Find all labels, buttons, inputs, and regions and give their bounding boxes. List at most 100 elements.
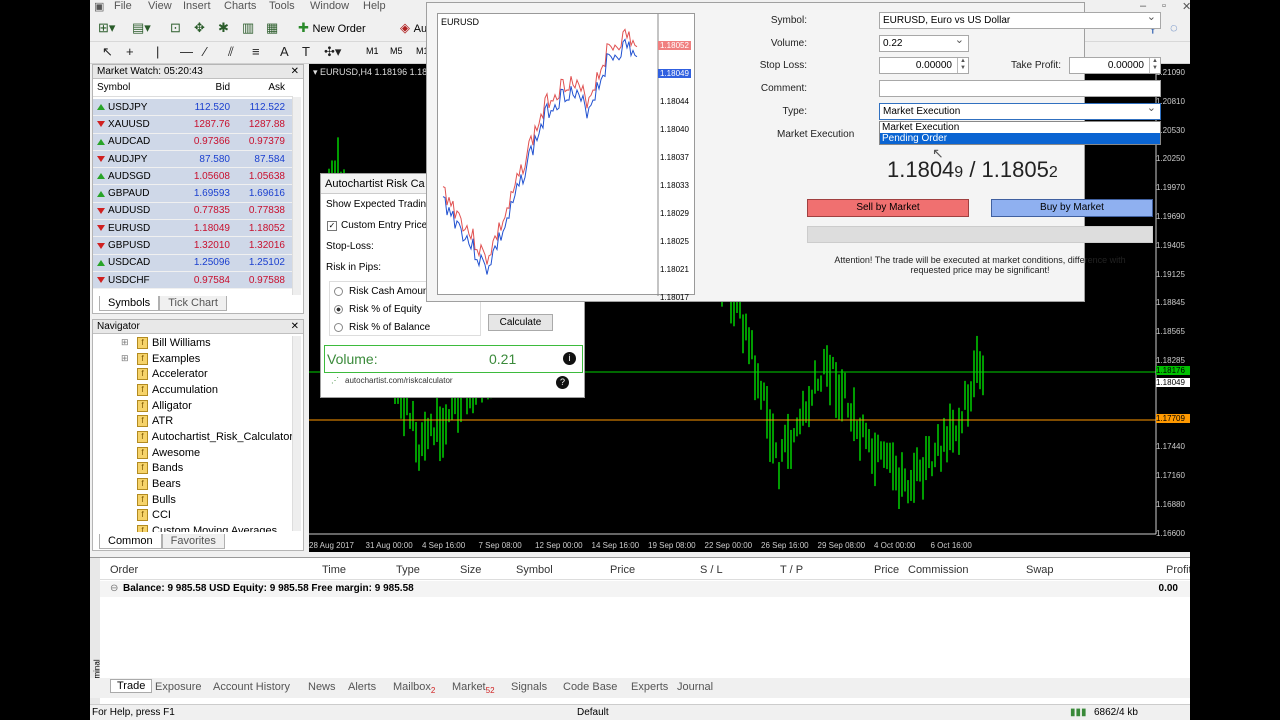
market-watch-row[interactable]: GBPUSD 1.32010 1.32016 (93, 237, 293, 255)
trendline-icon[interactable]: ⁄ (204, 44, 206, 59)
market-watch-row[interactable]: AUDCAD 0.97366 0.97379 (93, 133, 293, 151)
app-icon[interactable]: ▣ (94, 0, 104, 13)
expand-icon[interactable]: ⊞ (121, 353, 129, 364)
option-risk-balance[interactable]: Risk % of Balance (334, 322, 430, 333)
expand-icon[interactable]: ⊞ (121, 337, 129, 348)
new-chart-icon[interactable]: ⊞▾ (98, 20, 115, 36)
navigator-item[interactable]: ⊞ f Bill Williams (93, 335, 293, 351)
market-watch-row[interactable]: XAUUSD 1287.76 1287.88 (93, 116, 293, 134)
terminal-tab[interactable]: Journal (677, 681, 713, 693)
terminal-column-header[interactable]: Profit (1166, 564, 1190, 576)
take-profit-input[interactable]: 0.00000 ▲ ▼ (1069, 57, 1161, 74)
terminal-column-header[interactable]: Price (610, 564, 635, 576)
new-order-button[interactable]: ✚ New Order (298, 20, 366, 36)
market-watch-scrollbar[interactable] (292, 97, 301, 295)
navigator-item[interactable]: f Custom Moving Averages (93, 523, 293, 532)
tf-m1-button[interactable]: M1 (366, 46, 379, 56)
menu-charts[interactable]: Charts (224, 0, 256, 12)
data-window-icon[interactable]: ✥ (194, 20, 205, 36)
terminal-column-header[interactable]: Order (110, 564, 138, 576)
col-bid[interactable]: Bid (179, 82, 234, 93)
menu-insert[interactable]: Insert (183, 0, 211, 12)
menu-help[interactable]: Help (363, 0, 386, 12)
navigator-item[interactable]: f Autochartist_Risk_Calculator (93, 429, 293, 445)
calculate-button[interactable]: Calculate (488, 314, 553, 331)
menu-window[interactable]: Window (310, 0, 349, 12)
market-watch-row[interactable]: AUDUSD 0.77835 0.77838 (93, 202, 293, 221)
terminal-column-header[interactable]: Commission (908, 564, 969, 576)
navigator-item[interactable]: f Bears (93, 476, 293, 492)
tf-m5-button[interactable]: M5 (390, 46, 403, 56)
close-icon[interactable]: ✕ (1182, 0, 1190, 13)
market-watch-icon[interactable]: ⊡ (170, 20, 181, 36)
terminal-tab[interactable]: News (308, 681, 336, 693)
menu-file[interactable]: File (114, 0, 132, 12)
type-select[interactable]: Market Execution (879, 101, 1161, 120)
terminal-column-header[interactable]: Time (322, 564, 346, 576)
navigator-item[interactable]: f CCI (93, 508, 293, 524)
minimize-icon[interactable]: – (1140, 0, 1146, 12)
tab-common[interactable]: Common (99, 534, 162, 549)
chat-icon[interactable]: ◌ (1170, 20, 1178, 35)
fibo-icon[interactable]: ≡ (252, 44, 260, 59)
tester-icon[interactable]: ▦ (266, 20, 278, 36)
navigator-item[interactable]: f Bands (93, 461, 293, 477)
terminal-tab[interactable]: Mailbox2 (393, 681, 435, 695)
channel-icon[interactable]: ⫽ (228, 44, 234, 60)
profile-name[interactable]: Default (577, 707, 609, 718)
market-watch-row[interactable]: GBPAUD 1.69593 1.69616 (93, 185, 293, 203)
terminal-column-header[interactable]: Swap (1026, 564, 1054, 576)
tab-tick-chart[interactable]: Tick Chart (159, 296, 227, 311)
navigator-scrollbar[interactable] (292, 336, 301, 531)
type-option-pending[interactable]: Pending Order (880, 133, 1160, 144)
type-option-market[interactable]: Market Execution (880, 122, 1160, 133)
terminal-tab[interactable]: Alerts (348, 681, 376, 693)
autotrading-button[interactable]: ◈ Au (400, 20, 427, 36)
terminal-tab[interactable]: Code Base (563, 681, 617, 693)
market-watch-row[interactable]: USDJPY 112.520 112.522 (93, 99, 293, 117)
symbol-select[interactable]: EURUSD, Euro vs US Dollar (879, 10, 1161, 29)
terminal-column-header[interactable]: S / L (700, 564, 723, 576)
vertical-line-icon[interactable]: | (156, 44, 159, 59)
text-icon[interactable]: A (280, 44, 289, 59)
market-watch-row[interactable]: AUDJPY 87.580 87.584 (93, 150, 293, 169)
terminal-icon[interactable]: ▥ (242, 20, 254, 36)
terminal-column-header[interactable]: T / P (780, 564, 803, 576)
terminal-column-header[interactable]: Price (874, 564, 899, 576)
tab-favorites[interactable]: Favorites (161, 534, 225, 549)
terminal-tab[interactable]: Exposure (155, 681, 201, 693)
market-watch-row[interactable]: AUDSGD 1.05608 1.05638 (93, 168, 293, 186)
sell-by-market-button[interactable]: Sell by Market (807, 199, 969, 217)
navigator-item[interactable]: f Alligator (93, 398, 293, 414)
comment-input[interactable] (879, 80, 1161, 97)
navigator-item[interactable]: f ATR (93, 413, 293, 429)
text-label-icon[interactable]: T (302, 44, 310, 59)
close-icon[interactable]: ✕ (291, 65, 299, 79)
navigator-item[interactable]: f Awesome (93, 445, 293, 461)
buy-by-market-button[interactable]: Buy by Market (991, 199, 1153, 217)
profiles-icon[interactable]: ▤▾ (132, 20, 151, 36)
navigator-item[interactable]: ⊞ f Examples (93, 351, 293, 367)
option-risk-cash[interactable]: Risk Cash Amount (334, 286, 431, 297)
balance-row[interactable]: ⊖ Balance: 9 985.58 USD Equity: 9 985.58… (100, 581, 1190, 597)
terminal-column-header[interactable]: Size (460, 564, 481, 576)
cursor-icon[interactable]: ↖ (102, 44, 113, 60)
market-watch-row[interactable]: EURUSD 1.18049 1.18052 (93, 220, 293, 238)
tab-symbols[interactable]: Symbols (99, 296, 160, 311)
navigator-item[interactable]: f Accumulation (93, 382, 293, 398)
crosshair-icon[interactable]: + (126, 44, 134, 59)
menu-tools[interactable]: Tools (269, 0, 295, 12)
navigator-item[interactable]: f Accelerator (93, 366, 293, 382)
col-ask[interactable]: Ask (234, 82, 289, 93)
terminal-tab[interactable]: Account History (213, 681, 290, 693)
stop-loss-spinner-icon[interactable]: ▲ ▼ (957, 58, 968, 73)
info-icon[interactable]: i (563, 352, 576, 365)
terminal-column-header[interactable]: Type (396, 564, 420, 576)
market-watch-row[interactable]: USDCAD 1.25096 1.25102 (93, 254, 293, 272)
horizontal-line-icon[interactable]: — (180, 44, 193, 59)
volume-input[interactable]: 0.22 (879, 33, 969, 52)
restore-icon[interactable]: ▫ (1162, 0, 1166, 12)
close-icon[interactable]: ✕ (291, 320, 299, 334)
navigator-icon[interactable]: ✱ (218, 20, 229, 36)
terminal-tab[interactable]: Signals (511, 681, 547, 693)
